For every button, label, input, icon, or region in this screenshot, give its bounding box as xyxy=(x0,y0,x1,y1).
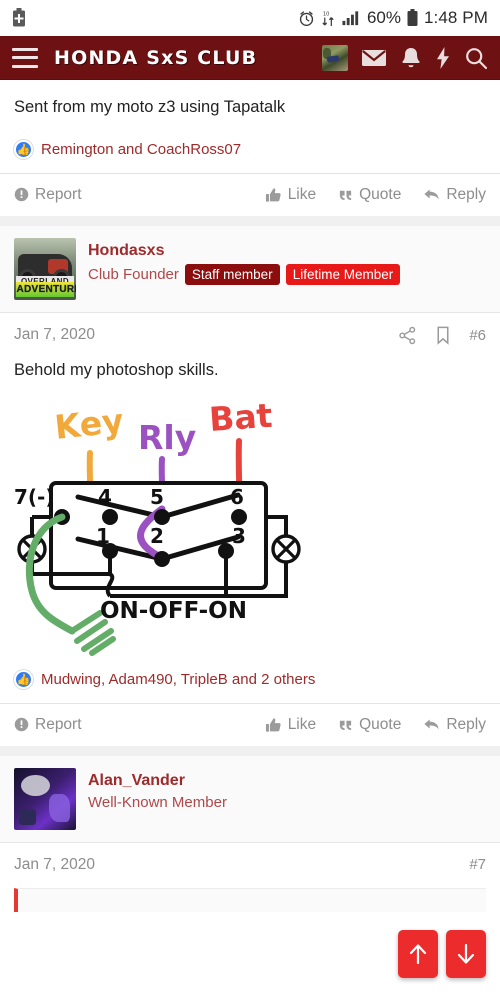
terminal-label-4: 4 xyxy=(98,485,112,509)
quote-block-stub xyxy=(14,887,486,912)
post-image-wiring-diagram[interactable]: Key Rly Bat 7(-) 4 5 6 1 2 3 ON-OFF-ON xyxy=(0,387,500,656)
user-avatar-thumbnail[interactable] xyxy=(322,44,348,71)
app-bar: HONDA SxS CLUB xyxy=(0,36,500,80)
status-badge-staff: Staff member xyxy=(184,264,280,286)
annotation-rly: Rly xyxy=(138,418,196,457)
status-badge-lifetime: Lifetime Member xyxy=(285,264,401,286)
terminal-label-3: 3 xyxy=(232,524,246,548)
bell-icon[interactable] xyxy=(400,46,422,70)
main-post-reactions[interactable]: 👍 Mudwing, Adam490, TripleB and 2 others xyxy=(0,656,500,703)
post-separator xyxy=(0,215,500,226)
reply-arrow-icon xyxy=(423,717,440,732)
like-button[interactable]: Like xyxy=(265,716,316,734)
wiring-diagram-svg: Key Rly Bat 7(-) 4 5 6 1 2 3 ON-OFF-ON xyxy=(14,395,301,656)
diagram-caption: ON-OFF-ON xyxy=(100,598,247,624)
lightning-bolt-icon[interactable] xyxy=(435,46,451,70)
report-button[interactable]: Report xyxy=(14,186,82,204)
quote-icon xyxy=(338,717,353,732)
reply-button[interactable]: Reply xyxy=(423,186,486,204)
post-number: #7 xyxy=(469,856,486,874)
previous-post-reactions[interactable]: 👍 Remington and CoachRoss07 xyxy=(0,130,500,173)
post-meta-row: Jan 7, 2020 #6 xyxy=(0,313,500,353)
annotation-bat: Bat xyxy=(208,395,274,438)
main-post-body: Behold my photoshop skills. xyxy=(0,353,500,387)
clock-label: 1:48 PM xyxy=(423,8,488,27)
terminal-4 xyxy=(102,508,118,525)
post-username[interactable]: Alan_Vander xyxy=(88,770,227,792)
thumbs-up-icon: 👍 xyxy=(14,669,33,689)
envelope-icon[interactable] xyxy=(361,48,387,68)
avatar-label-bottom: ADVENTURE xyxy=(16,282,76,298)
main-post-actionbar: Report Like Quote Reply xyxy=(0,704,500,746)
post-date: Jan 7, 2020 xyxy=(14,855,96,873)
app-screen: 10 60% 1:48 PM HONDA SxS CLUB Sent from … xyxy=(0,0,500,1000)
report-icon xyxy=(14,717,29,732)
scroll-fab-group xyxy=(398,930,486,978)
svg-text:10: 10 xyxy=(323,11,330,17)
report-button[interactable]: Report xyxy=(14,716,82,734)
wire-right-a xyxy=(266,514,288,536)
battery-percent-label: 60% xyxy=(366,8,401,27)
report-label: Report xyxy=(35,185,82,203)
status-bar: 10 60% 1:48 PM xyxy=(0,0,500,36)
previous-post-body: Sent from my moto z3 using Tapatalk xyxy=(0,80,500,130)
search-icon[interactable] xyxy=(464,46,488,70)
reaction-names[interactable]: Remington and CoachRoss07 xyxy=(41,141,241,158)
scroll-up-button[interactable] xyxy=(398,930,438,978)
quote-button[interactable]: Quote xyxy=(338,716,401,734)
post-separator xyxy=(0,745,500,756)
alarm-clock-icon xyxy=(298,10,315,27)
reply-label: Reply xyxy=(446,185,486,203)
scroll-down-button[interactable] xyxy=(446,930,486,978)
quote-icon xyxy=(338,187,353,202)
post-number: #6 xyxy=(469,326,486,344)
post-text: Sent from my moto z3 using Tapatalk xyxy=(14,98,286,116)
like-label: Like xyxy=(287,185,317,203)
thumbs-up-icon xyxy=(265,187,282,203)
share-icon[interactable] xyxy=(398,326,417,345)
battery-icon xyxy=(407,9,418,27)
annotation-key: Key xyxy=(53,401,126,447)
bookmark-icon[interactable] xyxy=(435,326,451,345)
like-button[interactable]: Like xyxy=(265,186,316,204)
post-header-hondasxs: OVERLAND ADVENTURE Hondasxs Club Founder… xyxy=(0,225,500,313)
terminal-label-2: 2 xyxy=(150,524,164,548)
hamburger-menu-icon[interactable] xyxy=(12,47,38,68)
page-title: HONDA SxS CLUB xyxy=(54,46,258,69)
post-username[interactable]: Hondasxs xyxy=(88,240,400,262)
signal-bars-icon xyxy=(342,10,361,26)
reply-button[interactable]: Reply xyxy=(423,716,486,734)
terminal-5 xyxy=(154,508,170,525)
thumbs-up-icon xyxy=(265,717,282,733)
terminal-6 xyxy=(231,508,247,525)
terminal-label-1: 1 xyxy=(96,524,110,548)
avatar[interactable] xyxy=(14,767,76,830)
like-label: Like xyxy=(287,715,317,733)
quote-button[interactable]: Quote xyxy=(338,186,401,204)
data-transfer-icon: 10 xyxy=(321,10,336,27)
reaction-names[interactable]: Mudwing, Adam490, TripleB and 2 others xyxy=(41,671,315,688)
crossed-circle-lamp-right xyxy=(271,534,301,564)
reply-arrow-icon xyxy=(423,187,440,202)
thumbs-up-icon: 👍 xyxy=(14,139,33,159)
battery-plus-icon xyxy=(12,8,26,28)
user-title: Club Founder xyxy=(88,266,179,284)
reply-label: Reply xyxy=(446,715,486,733)
quote-label: Quote xyxy=(359,185,402,203)
terminal-label-6: 6 xyxy=(230,485,244,509)
report-icon xyxy=(14,187,29,202)
previous-post-actionbar: Report Like Quote Reply xyxy=(0,174,500,216)
post-meta-row: Jan 7, 2020 #7 xyxy=(0,843,500,882)
post-header-alan-vander: Alan_Vander Well-Known Member xyxy=(0,755,500,843)
avatar[interactable]: OVERLAND ADVENTURE xyxy=(14,237,76,300)
user-title: Well-Known Member xyxy=(88,794,227,812)
terminal-2 xyxy=(154,550,170,567)
report-label: Report xyxy=(35,715,82,733)
post-text: Behold my photoshop skills. xyxy=(14,360,219,379)
terminal-label-5: 5 xyxy=(150,485,164,509)
post-date: Jan 7, 2020 xyxy=(14,326,96,344)
terminal-label-7: 7(-) xyxy=(14,485,55,509)
quote-label: Quote xyxy=(359,715,402,733)
